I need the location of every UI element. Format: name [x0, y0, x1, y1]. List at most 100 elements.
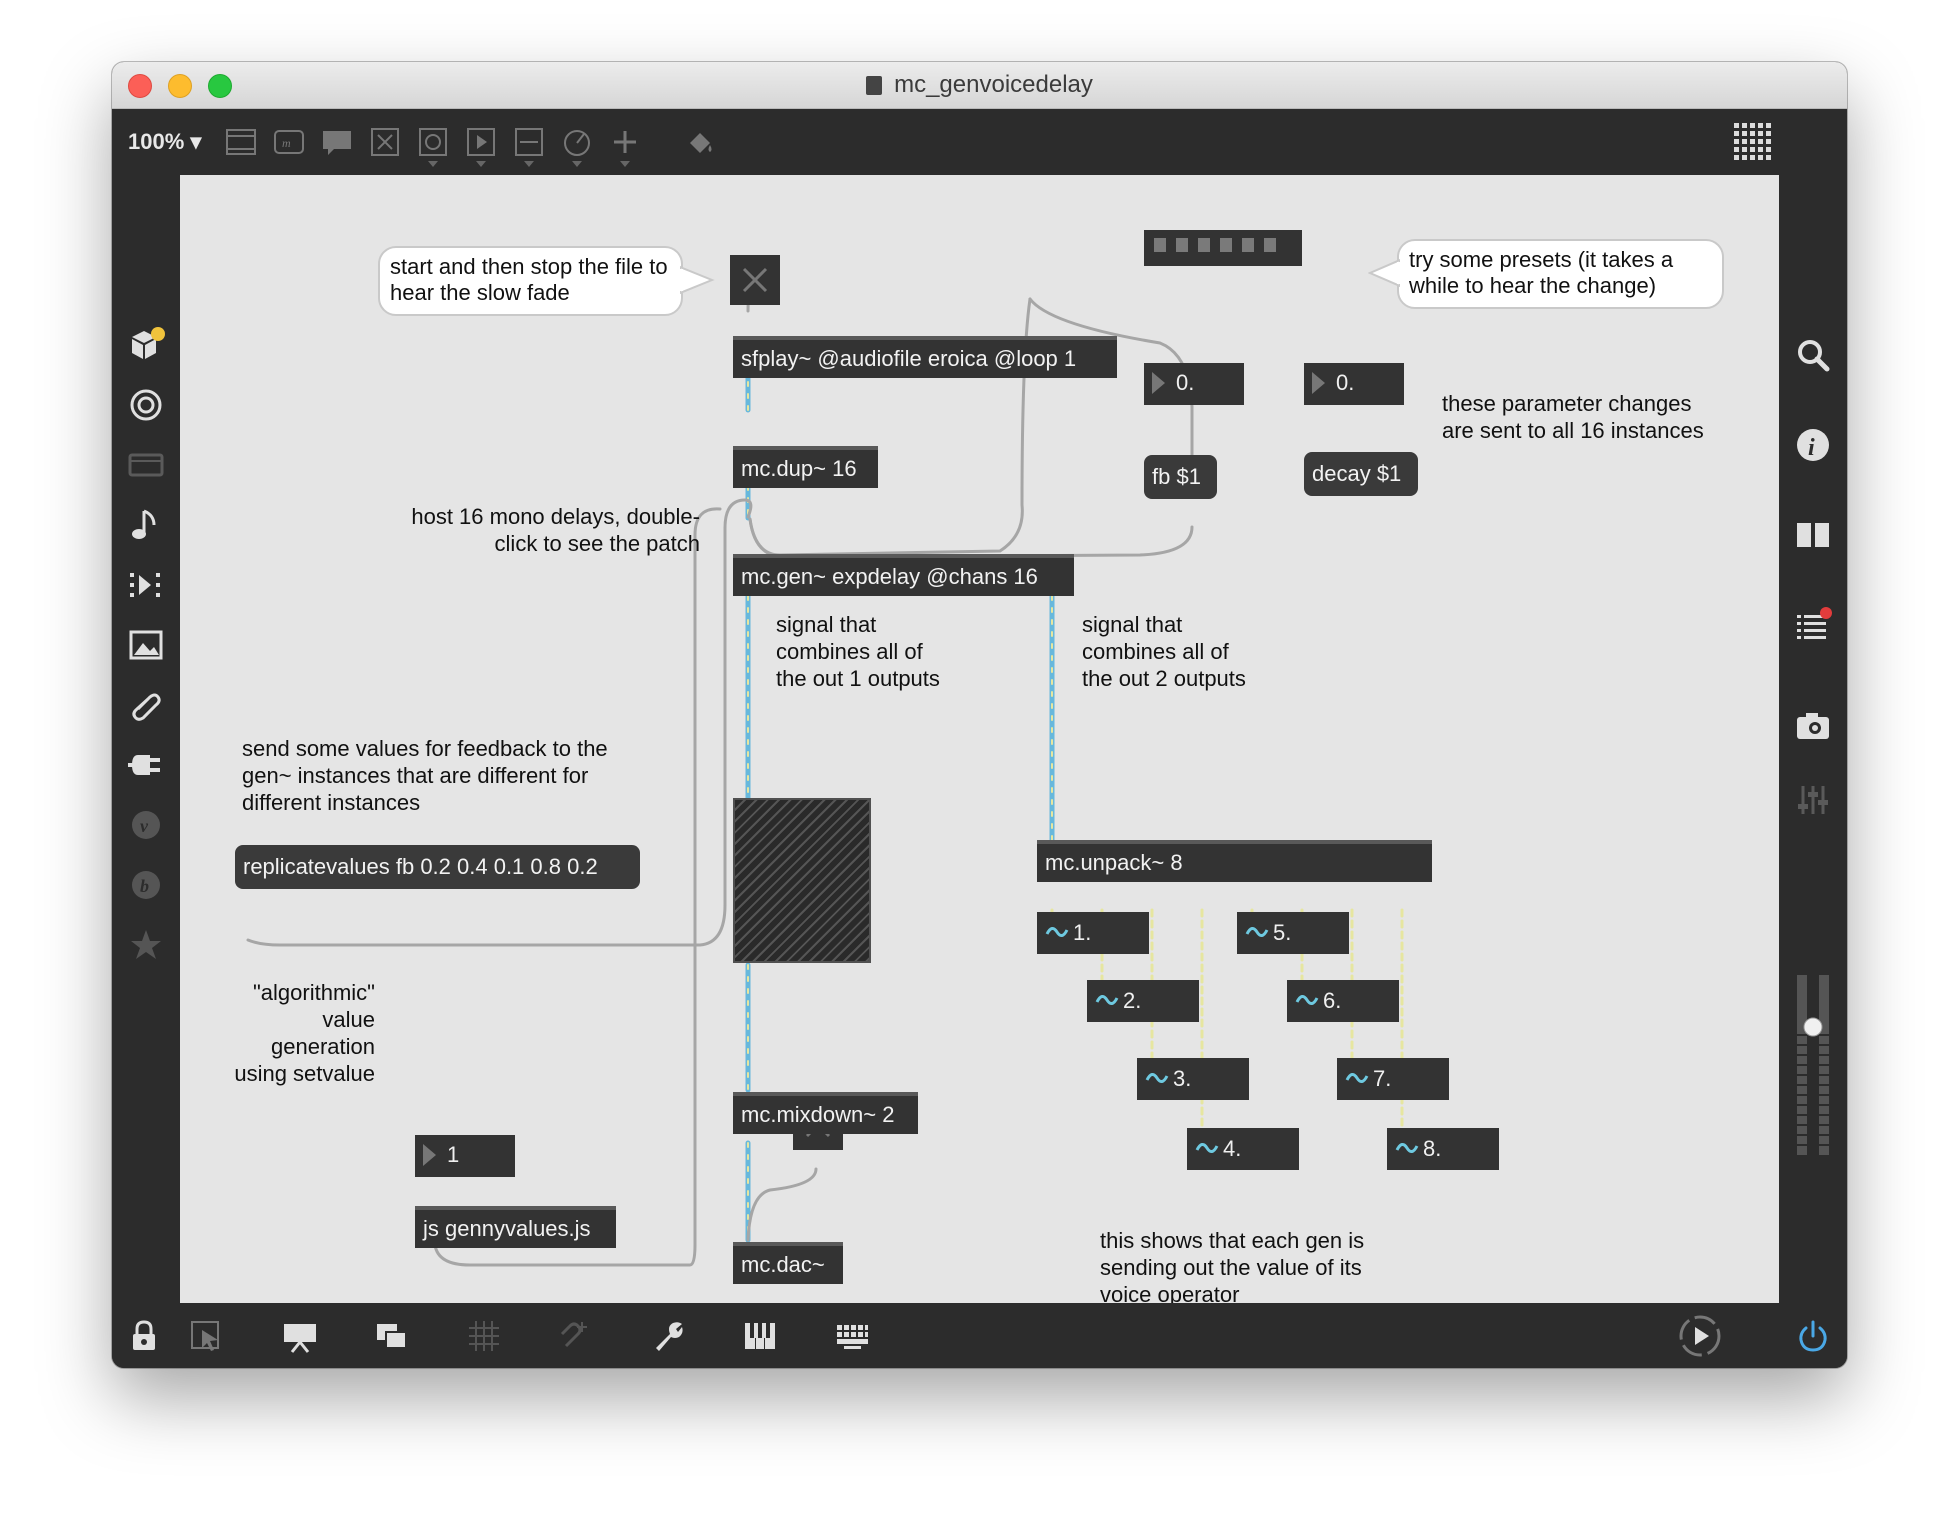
target-icon[interactable] [126, 385, 166, 425]
patcher-window: mc_genvoicedelay 100% ▾ m v b i start an… [112, 62, 1847, 1368]
signal-number-value: 3. [1173, 1066, 1192, 1091]
signal-number-1[interactable]: 1. [1037, 912, 1149, 954]
try-presets-comment: try some presets (it takes a while to he… [1397, 239, 1724, 309]
signal-number-3[interactable]: 3. [1137, 1058, 1249, 1100]
start-stop-comment: start and then stop the file to hear the… [378, 246, 683, 316]
wrench-icon[interactable] [650, 1318, 686, 1354]
camera-icon[interactable] [1793, 705, 1833, 745]
paperclip-icon[interactable] [126, 685, 166, 725]
signal-number-2[interactable]: 2. [1087, 980, 1199, 1022]
param-changes-comment: these parameter changes are sent to all … [1442, 391, 1704, 443]
zoom-menu[interactable]: 100% ▾ [128, 129, 201, 155]
try-presets-bubble-tail [1368, 258, 1400, 288]
replicatevalues-message[interactable]: replicatevalues fb 0.2 0.4 0.1 0.8 0.2 [235, 845, 640, 889]
transport-icon[interactable] [1677, 1313, 1723, 1359]
patcher-canvas[interactable]: start and then stop the file to hear the… [180, 175, 1779, 1303]
image-icon[interactable] [126, 625, 166, 665]
mc-gen-object[interactable]: mc.gen~ expdelay @chans 16 [733, 554, 1074, 596]
grid-icon[interactable] [466, 1318, 502, 1354]
sine-wave-icon [1395, 1143, 1419, 1153]
int-number-box[interactable]: 1 [415, 1135, 515, 1177]
preset-slot[interactable] [1220, 238, 1232, 252]
window-title: mc_genvoicedelay [894, 71, 1093, 98]
playbar-caret-icon [476, 161, 486, 167]
vizzie-icon[interactable]: v [126, 805, 166, 845]
music-note-icon[interactable] [126, 505, 166, 545]
signal-number-4[interactable]: 4. [1187, 1128, 1299, 1170]
info-icon[interactable]: i [1793, 425, 1833, 465]
dial-caret-icon [572, 161, 582, 167]
message-icon[interactable]: m [272, 125, 306, 159]
plug-icon[interactable] [126, 745, 166, 785]
lock-icon[interactable] [126, 1318, 162, 1354]
send-values-comment: send some values for feedback to the gen… [242, 736, 608, 815]
mc-mixdown-object[interactable]: mc.mixdown~ 2 [733, 1092, 918, 1134]
js-gennyvalues-object[interactable]: js gennyvalues.js [415, 1206, 616, 1248]
grid-dots-icon[interactable] [1732, 121, 1774, 163]
level-meter-icon[interactable] [1793, 975, 1833, 1155]
button-icon[interactable] [416, 125, 450, 159]
preset-slot[interactable] [1264, 238, 1276, 252]
columns-icon[interactable] [1793, 515, 1833, 555]
mc-dac-object[interactable]: mc.dac~ [733, 1242, 843, 1284]
keyboard-icon[interactable] [834, 1318, 870, 1354]
paint-icon[interactable] [684, 125, 718, 159]
add-caret-icon [620, 161, 630, 167]
video-icon[interactable] [126, 445, 166, 485]
sine-wave-icon [1195, 1143, 1219, 1153]
preset-slot[interactable] [1154, 238, 1166, 252]
dial-icon[interactable] [560, 125, 594, 159]
fb-message[interactable]: fb $1 [1144, 455, 1217, 499]
media-icon[interactable] [126, 565, 166, 605]
decay-message[interactable]: decay $1 [1304, 452, 1418, 496]
preset-slot[interactable] [1242, 238, 1254, 252]
comment-icon[interactable] [320, 125, 354, 159]
signal-number-value: 4. [1223, 1136, 1242, 1161]
decay-number-box[interactable]: 0. [1304, 363, 1404, 405]
signal-number-5[interactable]: 5. [1237, 912, 1349, 954]
signal-number-value: 1. [1073, 920, 1092, 945]
slider-caret-icon [524, 161, 534, 167]
svg-text:m: m [282, 136, 291, 150]
star-icon[interactable] [126, 925, 166, 965]
present-icon[interactable] [282, 1318, 318, 1354]
package-icon[interactable] [126, 325, 166, 365]
signal-number-value: 6. [1323, 988, 1342, 1013]
bottom-toolbar [112, 1303, 1847, 1368]
list-badge-icon [1820, 607, 1832, 619]
signal-number-7[interactable]: 7. [1337, 1058, 1449, 1100]
fb-number-value: 0. [1176, 370, 1195, 395]
new-object-icon[interactable] [224, 125, 258, 159]
left-sidebar: v b [112, 175, 180, 1303]
sine-wave-icon [1295, 995, 1319, 1005]
sfplay-object[interactable]: sfplay~ @audiofile eroica @loop 1 [733, 336, 1117, 378]
mc-dup-object[interactable]: mc.dup~ 16 [733, 446, 878, 488]
preset-slot[interactable] [1176, 238, 1188, 252]
beap-icon[interactable]: b [126, 865, 166, 905]
presentation-arrow-icon[interactable] [188, 1318, 224, 1354]
mixer-icon[interactable] [1793, 780, 1833, 820]
add-icon[interactable] [608, 125, 642, 159]
playbar-icon[interactable] [464, 125, 498, 159]
start-stop-bubble-tail [680, 265, 715, 295]
preset-slot[interactable] [1198, 238, 1210, 252]
power-icon[interactable] [1795, 1318, 1831, 1354]
spectroscope-display[interactable] [733, 798, 871, 963]
layers-icon[interactable] [374, 1318, 410, 1354]
fb-number-box[interactable]: 0. [1144, 363, 1244, 405]
slider-icon[interactable] [512, 125, 546, 159]
mc-unpack-object[interactable]: mc.unpack~ 8 [1037, 840, 1432, 882]
signal-number-value: 7. [1373, 1066, 1392, 1091]
toggle-x-icon [742, 267, 768, 293]
snap-icon[interactable] [558, 1318, 594, 1354]
toggle-icon[interactable] [368, 125, 402, 159]
piano-keys-icon[interactable] [742, 1318, 778, 1354]
preset-object[interactable] [1144, 230, 1302, 266]
play-toggle[interactable] [730, 255, 780, 305]
title-bar: mc_genvoicedelay [112, 62, 1847, 109]
signal-number-6[interactable]: 6. [1287, 980, 1399, 1022]
algorithmic-comment: "algorithmic" value generation using set… [234, 980, 375, 1086]
search-icon[interactable] [1793, 335, 1833, 375]
signal-number-8[interactable]: 8. [1387, 1128, 1499, 1170]
list-icon[interactable] [1793, 605, 1833, 645]
